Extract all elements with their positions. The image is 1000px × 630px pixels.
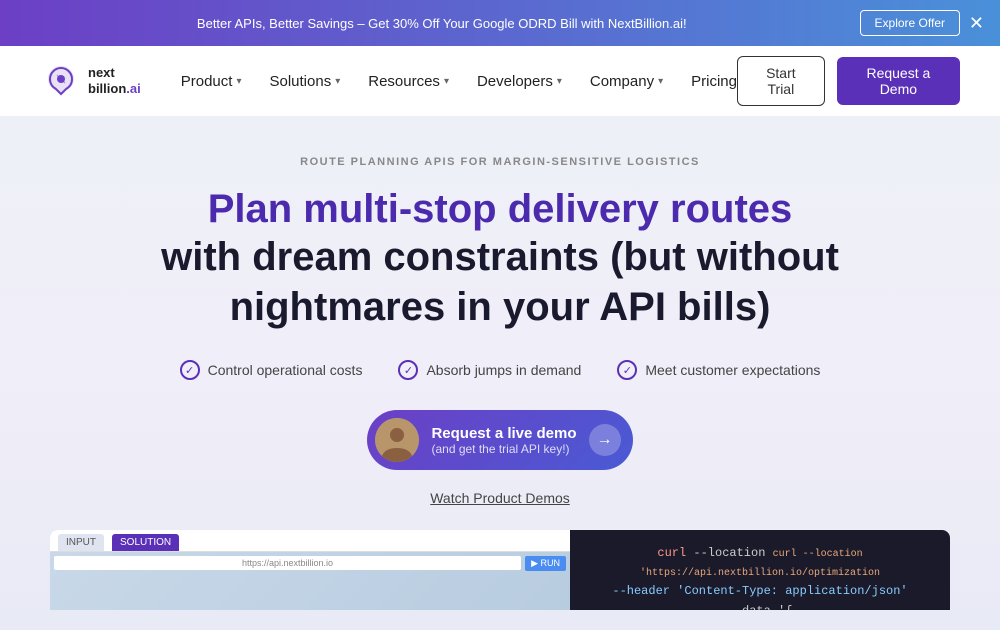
nav-product[interactable]: Product ▾ — [181, 73, 242, 90]
nav-company[interactable]: Company ▾ — [590, 73, 663, 90]
logo[interactable]: next billion.ai — [40, 60, 141, 102]
logo-icon — [40, 60, 82, 102]
nav-pricing[interactable]: Pricing — [691, 73, 737, 90]
preview-map: INPUT SOLUTION https://api.nextbillion.i… — [50, 530, 570, 610]
top-banner: Better APIs, Better Savings – Get 30% Of… — [0, 0, 1000, 46]
check-icon-3: ✓ — [617, 360, 637, 380]
nav-actions: Start Trial Request a Demo — [737, 56, 960, 106]
feature-1: ✓ Control operational costs — [180, 360, 363, 380]
solution-tab[interactable]: SOLUTION — [112, 534, 179, 551]
chevron-down-icon: ▾ — [335, 76, 340, 87]
map-tabs: INPUT SOLUTION — [50, 530, 570, 552]
chevron-down-icon: ▾ — [658, 76, 663, 87]
chevron-down-icon: ▾ — [444, 76, 449, 87]
nav-developers[interactable]: Developers ▾ — [477, 73, 562, 90]
check-icon-1: ✓ — [180, 360, 200, 380]
input-tab[interactable]: INPUT — [58, 534, 104, 551]
feature-3-label: Meet customer expectations — [645, 362, 820, 378]
preview-area: INPUT SOLUTION https://api.nextbillion.i… — [50, 530, 950, 610]
explore-offer-button[interactable]: Explore Offer — [860, 10, 960, 36]
code-preview: curl --location curl --location 'https:/… — [570, 530, 950, 610]
chevron-down-icon: ▾ — [557, 76, 562, 87]
avatar — [375, 418, 419, 462]
cta-arrow-icon: → — [589, 424, 621, 456]
map-body: https://api.nextbillion.io ▶ RUN — [50, 552, 570, 610]
code-line-2: --header 'Content-Type: application/json… — [586, 582, 934, 601]
watch-demos-link[interactable]: Watch Product Demos — [430, 490, 570, 506]
hero-features: ✓ Control operational costs ✓ Absorb jum… — [180, 360, 821, 380]
feature-2: ✓ Absorb jumps in demand — [398, 360, 581, 380]
feature-1-label: Control operational costs — [208, 362, 363, 378]
hero-title-dark: with dream constraints (but without nigh… — [161, 232, 839, 332]
start-trial-button[interactable]: Start Trial — [737, 56, 825, 106]
hero-title-purple: Plan multi-stop delivery routes — [208, 186, 793, 232]
nav-links: Product ▾ Solutions ▾ Resources ▾ Develo… — [181, 73, 737, 90]
request-demo-button[interactable]: Request a Demo — [837, 57, 960, 105]
navbar: next billion.ai Product ▾ Solutions ▾ Re… — [0, 46, 1000, 116]
chevron-down-icon: ▾ — [236, 76, 241, 87]
logo-billion: billion.ai — [88, 81, 141, 97]
cta-main-text: Request a live demo — [431, 425, 576, 442]
logo-next: next — [88, 65, 141, 81]
code-line-1: curl --location curl --location 'https:/… — [586, 544, 934, 582]
banner-close-button[interactable]: ✕ — [969, 14, 984, 32]
cta-sub-text: (and get the trial API key!) — [431, 442, 576, 456]
nav-solutions[interactable]: Solutions ▾ — [269, 73, 340, 90]
check-icon-2: ✓ — [398, 360, 418, 380]
feature-3: ✓ Meet customer expectations — [617, 360, 820, 380]
feature-2-label: Absorb jumps in demand — [426, 362, 581, 378]
map-url-bar: https://api.nextbillion.io — [54, 556, 521, 570]
banner-text: Better APIs, Better Savings – Get 30% Of… — [40, 16, 844, 31]
hero-tag: ROUTE PLANNING APIs FOR MARGIN-SENSITIVE… — [300, 156, 700, 168]
hero-section: ROUTE PLANNING APIs FOR MARGIN-SENSITIVE… — [0, 116, 1000, 630]
code-line-3: --data '{ — [586, 602, 934, 610]
run-button[interactable]: ▶ RUN — [525, 556, 566, 571]
nav-resources[interactable]: Resources ▾ — [368, 73, 449, 90]
cta-live-demo-button[interactable]: Request a live demo (and get the trial A… — [367, 410, 632, 470]
